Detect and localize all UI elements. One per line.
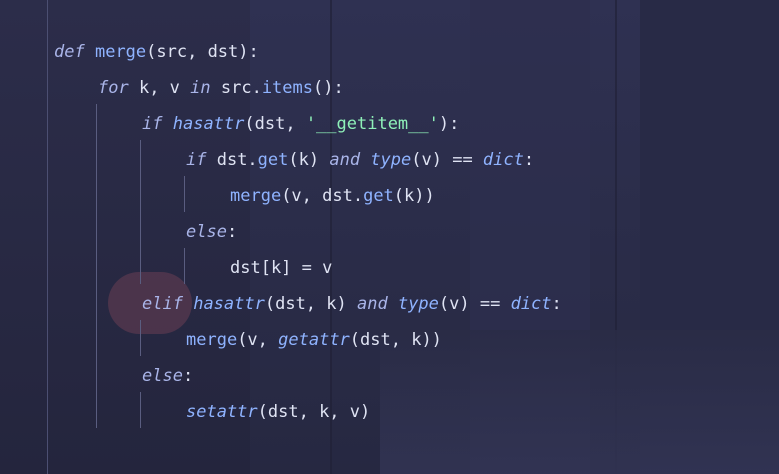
- code-line[interactable]: setattr(dst, k, v): [186, 400, 370, 424]
- text-token: (src, dst):: [146, 42, 259, 62]
- builtin-token: hasattr: [193, 294, 265, 314]
- keyword-token: for: [98, 78, 129, 98]
- code-line[interactable]: if dst.get(k) and type(v) == dict:: [186, 148, 534, 172]
- function-token: get: [363, 186, 394, 206]
- text-token: :: [523, 150, 535, 170]
- text-token: (v,: [237, 330, 279, 350]
- text-token: (dst,: [244, 114, 306, 134]
- keyword-token: elif: [142, 294, 183, 314]
- indent-guide: [140, 320, 141, 356]
- keyword-token: def: [54, 42, 85, 62]
- keyword-token: else: [186, 222, 227, 242]
- keyword-token: else: [142, 366, 183, 386]
- indent-guide: [96, 104, 97, 428]
- function-token: get: [257, 150, 289, 170]
- code-line[interactable]: merge(v, dst.get(k)): [230, 184, 435, 208]
- code-line[interactable]: if hasattr(dst, '__getitem__'):: [142, 112, 459, 136]
- function-token: merge: [94, 42, 147, 62]
- keyword-token: if: [142, 114, 163, 134]
- text-token: (k): [288, 150, 330, 170]
- code-line[interactable]: dst[k] = v: [230, 256, 332, 280]
- function-token: merge: [230, 186, 282, 206]
- text-token: :: [182, 366, 194, 386]
- builtin-token: type: [370, 150, 412, 170]
- text-token: src.: [210, 78, 262, 98]
- keyword-token: in: [190, 78, 211, 98]
- function-token: merge: [186, 330, 238, 350]
- text-token: (v, dst.: [281, 186, 364, 206]
- text-token: k, v: [128, 78, 191, 98]
- builtin-token: dict: [510, 294, 552, 314]
- indent-guide: [140, 392, 141, 428]
- indent-guide: [140, 140, 141, 284]
- builtin-token: dict: [482, 150, 524, 170]
- code-line[interactable]: else:: [142, 364, 193, 388]
- text-token: ():: [313, 78, 344, 98]
- text-token: (dst, k, v): [257, 402, 371, 422]
- code-editor[interactable]: def merge(src, dst): for k, v in src.ite…: [0, 0, 779, 474]
- text-token: :: [551, 294, 562, 314]
- text-token: (k)): [393, 186, 435, 206]
- indent-guide: [184, 248, 185, 284]
- code-line[interactable]: else:: [186, 220, 237, 244]
- text-token: (v) ==: [438, 294, 511, 314]
- text-token: (dst, k): [264, 294, 357, 314]
- text-token: ):: [438, 114, 460, 134]
- function-token: items: [261, 78, 313, 98]
- text-token: (v) ==: [411, 150, 483, 170]
- string-token: '__getitem__': [305, 114, 439, 134]
- text-token: dst.: [206, 150, 258, 170]
- keyword-token: and: [356, 294, 388, 314]
- builtin-token: type: [397, 294, 439, 314]
- editor-gutter-border: [47, 0, 48, 474]
- builtin-token: setattr: [186, 402, 258, 422]
- keyword-token: if: [186, 150, 207, 170]
- code-line[interactable]: def merge(src, dst):: [54, 40, 259, 64]
- keyword-token: and: [329, 150, 361, 170]
- text-token: :: [226, 222, 238, 242]
- builtin-token: getattr: [278, 330, 350, 350]
- text-token: dst[k] = v: [230, 258, 333, 278]
- code-line[interactable]: merge(v, getattr(dst, k)): [186, 328, 442, 352]
- code-line[interactable]: for k, v in src.items():: [98, 76, 344, 100]
- builtin-token: hasattr: [172, 114, 245, 134]
- text-token: (dst, k)): [349, 330, 442, 350]
- indent-guide: [184, 176, 185, 212]
- code-line[interactable]: elif hasattr(dst, k) and type(v) == dict…: [142, 292, 562, 316]
